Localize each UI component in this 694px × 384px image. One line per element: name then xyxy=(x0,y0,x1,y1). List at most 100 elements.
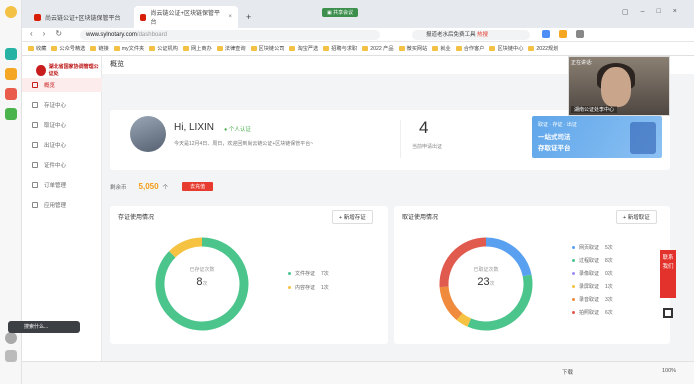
evidence-center-label: 已取证次数 xyxy=(473,267,499,273)
hot-search-badge: 热搜 xyxy=(477,32,489,38)
menu-icon xyxy=(32,82,38,88)
cert-badge: ● 个人认证 xyxy=(224,127,251,133)
contact-us-tab[interactable]: 联系我们 xyxy=(660,250,676,298)
sharing-badge[interactable]: ▣ 共享会议 xyxy=(322,8,359,17)
bookmark-item[interactable]: 合作客户 xyxy=(456,45,485,52)
legend-label: 网页取证 xyxy=(579,245,600,251)
legend-value: 8次 xyxy=(605,258,613,264)
sidebar-item-0[interactable]: 概览 xyxy=(22,78,102,92)
sidebar-app-icon[interactable] xyxy=(5,48,17,60)
minimize-icon[interactable]: – xyxy=(641,8,645,16)
evidence-total-value: 23 xyxy=(477,276,490,288)
legend-label: 拍照取证 xyxy=(579,310,600,316)
bookmark-item[interactable]: 招聘与求职 xyxy=(323,45,357,52)
browser-search-box[interactable]: 报道老水后免费工具 热搜 xyxy=(412,30,530,40)
sidebar-item-1[interactable]: 存证中心 xyxy=(22,98,102,112)
presenter-face xyxy=(601,67,631,107)
deposit-total-unit: 次 xyxy=(202,281,208,287)
new-tab-button[interactable]: + xyxy=(240,6,257,28)
new-deposit-button[interactable]: + 新增存证 xyxy=(332,210,373,224)
menu-icon xyxy=(32,182,38,188)
evidence-card: 取证使用情况 + 新增取证 已取证次数 23次 网页取证 5次 过程取证 8次 录像取证… xyxy=(394,206,670,344)
bookmarks-bar: 收藏 公众号精选 链接 my文件夹 公证机构 网上商办 法律查询 区块链公司 淘宝严选 招聘与求职… xyxy=(22,42,694,56)
balance-value: 5,050 xyxy=(138,182,159,191)
games-icon[interactable] xyxy=(5,88,17,100)
legend-dot xyxy=(572,272,575,275)
site-favicon xyxy=(140,13,147,21)
download-label[interactable]: 下载 xyxy=(562,368,573,376)
menu-icon xyxy=(32,162,38,168)
sidebar-item-4[interactable]: 证件中心 xyxy=(22,158,102,172)
new-evidence-button[interactable]: + 新增取证 xyxy=(616,210,657,224)
favorites-icon[interactable] xyxy=(5,68,17,80)
bookmark-item[interactable]: 区块链中心 xyxy=(489,45,523,52)
legend-value: 3次 xyxy=(605,297,613,303)
bookmark-item[interactable]: 淘宝严选 xyxy=(289,45,318,52)
reload-icon[interactable]: ↻ xyxy=(55,29,62,38)
tab-inactive[interactable]: 尚云链公证+区块链保管平台 xyxy=(28,6,127,28)
recharge-button[interactable]: 去充值 xyxy=(182,182,214,191)
bookmark-item[interactable]: 收藏 xyxy=(28,45,46,52)
bookmark-item[interactable]: 2022规划 xyxy=(528,45,558,52)
legend-label: 录像取证 xyxy=(579,271,600,277)
address-bar: ‹ › ↻ www.sylnotary.com/dashboard 报道老水后免… xyxy=(22,28,694,42)
video-caption: 湖南公证处李中心 xyxy=(571,106,618,113)
bookmark-item[interactable]: 2022 产品 xyxy=(362,45,393,52)
maximize-icon[interactable]: □ xyxy=(657,8,661,16)
legend-dot xyxy=(572,285,575,288)
bookmark-item[interactable]: 法律查询 xyxy=(217,45,246,52)
evidence-total-unit: 次 xyxy=(489,281,495,287)
donut-slice xyxy=(439,286,463,321)
toolbar-icons xyxy=(542,30,584,38)
apply-count-label: 当前申请出证 xyxy=(412,144,443,150)
tab-active[interactable]: 尚云链公证+区块链保管平台 × xyxy=(134,6,238,28)
greeting: Hi, LIXIN xyxy=(174,122,215,133)
info-icon[interactable] xyxy=(5,332,17,344)
extension-icon[interactable] xyxy=(542,30,550,38)
bookmark-item[interactable]: 微买网站 xyxy=(399,45,428,52)
qrcode-icon[interactable] xyxy=(663,308,673,318)
legend-dot xyxy=(572,311,575,314)
donut-slice xyxy=(169,237,203,258)
bookmark-item[interactable]: 公证机构 xyxy=(149,45,178,52)
sidebar-item-3[interactable]: 出证中心 xyxy=(22,138,102,152)
extension-icon[interactable] xyxy=(576,30,584,38)
bookmark-item[interactable]: 就业 xyxy=(432,45,450,52)
menu-icon[interactable] xyxy=(5,350,17,362)
legend-value: 6次 xyxy=(605,310,613,316)
bookmark-item[interactable]: 区块链公司 xyxy=(251,45,285,52)
forward-icon[interactable]: › xyxy=(43,29,46,38)
url-field[interactable]: www.sylnotary.com/dashboard xyxy=(80,30,380,40)
zoom-level[interactable]: 100% xyxy=(662,368,676,374)
close-window-icon[interactable]: × xyxy=(673,8,677,16)
close-icon[interactable]: × xyxy=(228,14,232,20)
donut-slice xyxy=(456,313,472,327)
legend-dot xyxy=(288,272,291,275)
bookmark-item[interactable]: 公众号精选 xyxy=(51,45,85,52)
promo-banner[interactable]: 取证 · 存证 · 出证 一站式司法 存取证平台 xyxy=(532,116,662,158)
sidebar-item-5[interactable]: 订单管理 xyxy=(22,178,102,192)
bookmark-item[interactable]: 链接 xyxy=(90,45,108,52)
window-controls: ▢ – □ × xyxy=(622,8,677,16)
sidebar-item-2[interactable]: 取证中心 xyxy=(22,118,102,132)
floating-assistant[interactable]: 搜索什么... xyxy=(8,321,80,333)
extension-icon[interactable] xyxy=(559,30,567,38)
sidebar-item-label: 存证中心 xyxy=(44,103,67,109)
back-icon[interactable]: ‹ xyxy=(30,29,33,38)
deposit-title: 存证使用情况 xyxy=(118,215,155,221)
app-logo[interactable]: 湖北省国家协调管理公证处 xyxy=(36,63,101,77)
restore-icon[interactable]: ▢ xyxy=(622,8,629,16)
wallet-icon[interactable] xyxy=(5,108,17,120)
bookmark-item[interactable]: 网上商办 xyxy=(183,45,212,52)
menu-icon xyxy=(32,122,38,128)
nav-buttons: ‹ › ↻ xyxy=(30,29,62,38)
bookmark-item[interactable]: my文件夹 xyxy=(114,45,144,52)
video-call-overlay[interactable]: 正在讲话: 湖南公证处李中心 xyxy=(568,56,670,116)
url-domain: www.sylnotary.com xyxy=(86,32,137,38)
banner-line: 存取证平台 xyxy=(538,145,571,152)
sidebar-item-6[interactable]: 应用管理 xyxy=(22,198,102,212)
profile-icon[interactable] xyxy=(5,6,17,18)
avatar[interactable] xyxy=(130,116,166,152)
balance-label: 剩余币 xyxy=(110,184,127,191)
balance-bar: 剩余币 5,050 个 去充值 xyxy=(110,182,214,191)
